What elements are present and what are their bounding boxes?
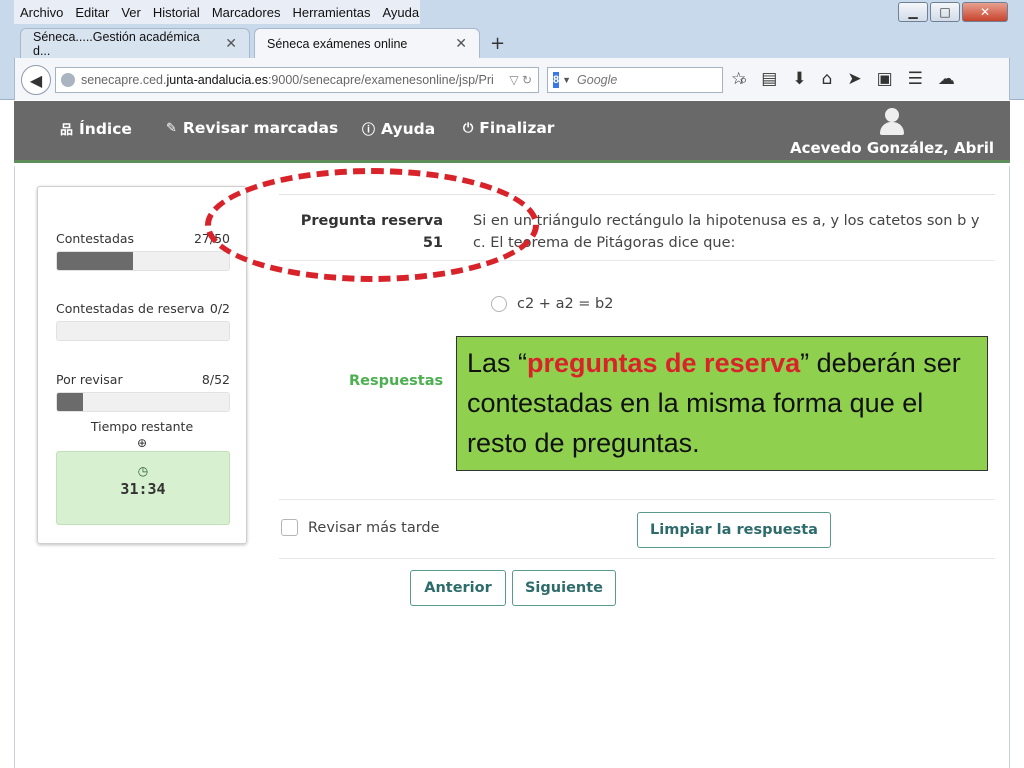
pencil-icon: ✎ [166,120,177,136]
new-tab-icon[interactable]: + [490,28,505,58]
annotation-callout: Las “preguntas de reserva” deberán ser c… [456,336,988,471]
sitemap-icon: 品 [60,123,74,138]
menu-archivo[interactable]: Archivo [20,5,63,20]
menu-editar[interactable]: Editar [75,5,109,20]
navigation-bar: ◀ senecapre.ced.junta-andalucia.es:9000/… [14,58,1010,100]
screenshot-icon[interactable]: ▣ [877,69,893,89]
user-name: Acevedo González, Abril [789,139,994,157]
nav-indice[interactable]: 品 Índice [60,119,132,139]
review-later-label: Revisar más tarde [308,519,440,536]
reading-list-icon[interactable]: ▤ [761,69,777,89]
reserve-count: 0/2 [209,301,230,316]
send-icon[interactable]: ➤ [847,69,861,89]
clear-answer-button[interactable]: Limpiar la respuesta [637,512,831,548]
url-prefix: senecapre.ced. [81,73,167,87]
callout-highlight: preguntas de reserva [527,348,801,378]
url-bar[interactable]: senecapre.ced.junta-andalucia.es:9000/se… [55,67,539,93]
review-label: Por revisar [56,372,123,387]
power-icon: ⏻ [463,120,474,136]
menu-herramientas[interactable]: Herramientas [292,5,370,20]
answer-option[interactable]: c2 + a2 = b2 [491,296,613,312]
url-domain: junta-andalucia.es [166,73,268,87]
close-tab-icon[interactable]: ✕ [225,35,237,52]
menu-ayuda[interactable]: Ayuda [382,5,419,20]
zoom-icon[interactable]: ⊕ [38,436,246,450]
app-header: 品 Índice ✎ Revisar marcadas ⓘ Ayuda ⏻ Fi… [14,101,1010,163]
timer-box: ◷ 31:34 [56,451,230,525]
maximize-icon[interactable]: □ [930,2,960,22]
menu-bar: Archivo Editar Ver Historial Marcadores … [14,0,420,24]
tab-strip: Séneca.....Gestión académica d... ✕ Séne… [20,28,505,58]
cloud-icon[interactable]: ☁ [938,69,955,89]
tab-label: Séneca exámenes online [267,36,408,51]
answer-option-text: c2 + a2 = b2 [517,296,614,312]
answered-progress-fill [57,252,133,270]
divider [279,499,995,500]
question-text: Si en un triángulo rectángulo la hipoten… [473,213,980,251]
menu-ver[interactable]: Ver [121,5,141,20]
previous-button[interactable]: Anterior [410,570,506,606]
radio-button[interactable] [491,296,507,312]
chevron-down-icon[interactable]: ▼ [562,75,571,85]
google-icon[interactable]: 8 [553,72,560,88]
callout-prefix: Las “ [467,348,528,378]
reserve-label: Contestadas de reserva [56,301,205,316]
divider [279,558,995,559]
back-arrow-icon[interactable]: ◀ [21,65,51,95]
checkbox[interactable] [281,519,298,536]
window-controls: ▁ □ ✕ [898,2,1008,22]
review-count: 8/52 [201,372,230,387]
star-icon[interactable]: ☆ [731,69,746,89]
browser-chrome: Archivo Editar Ver Historial Marcadores … [0,0,1024,100]
minimize-icon[interactable]: ▁ [898,2,928,22]
dropdown-reload-icon[interactable]: ▽ ↻ [509,73,532,87]
time-remaining-label: Tiempo restante [90,419,194,434]
review-later-checkbox[interactable]: Revisar más tarde [281,519,440,536]
home-icon[interactable]: ⌂ [822,69,833,89]
nav-label: Revisar marcadas [182,119,339,137]
menu-marcadores[interactable]: Marcadores [212,5,281,20]
clock-icon: ◷ [137,464,149,478]
answered-label: Contestadas [56,231,135,246]
search-bar[interactable]: 8 ▼ ⌕ [547,67,747,93]
menu-icon[interactable]: ☰ [908,69,923,89]
time-remaining-value: 31:34 [120,480,166,498]
nav-label: Ayuda [381,119,436,138]
url-rest: :9000/senecapre/examenesonline/jsp/Pri [267,73,494,87]
info-icon: ⓘ [362,123,376,138]
tab-seneca-gestion[interactable]: Séneca.....Gestión académica d... ✕ [20,28,250,58]
toolbar-icons: ☆ ▤ ⬇ ⌂ ➤ ▣ ☰ ☁ [731,69,955,89]
search-input[interactable] [577,73,741,87]
download-icon[interactable]: ⬇ [792,69,806,89]
nav-label: Índice [79,119,132,138]
menu-historial[interactable]: Historial [153,5,200,20]
nav-revisar-marcadas[interactable]: ✎ Revisar marcadas [166,119,338,137]
url-text[interactable]: senecapre.ced.junta-andalucia.es:9000/se… [81,73,509,87]
reserve-progress-bar [56,321,230,341]
review-progress-bar [56,392,230,412]
nav-finalizar[interactable]: ⏻ Finalizar [463,119,554,137]
globe-icon [61,73,75,87]
nav-ayuda[interactable]: ⓘ Ayuda [362,119,436,139]
answers-label: Respuestas [349,373,444,389]
close-tab-icon[interactable]: ✕ [455,35,467,52]
nav-label: Finalizar [479,119,555,137]
user-icon [878,107,906,135]
highlight-ellipse [205,168,539,282]
close-icon[interactable]: ✕ [962,2,1008,22]
review-progress-fill [57,393,83,411]
tab-label: Séneca.....Gestión académica d... [33,29,200,58]
answered-progress-bar [56,251,230,271]
tab-seneca-examenes[interactable]: Séneca exámenes online ✕ [254,28,480,58]
next-button[interactable]: Siguiente [512,570,616,606]
